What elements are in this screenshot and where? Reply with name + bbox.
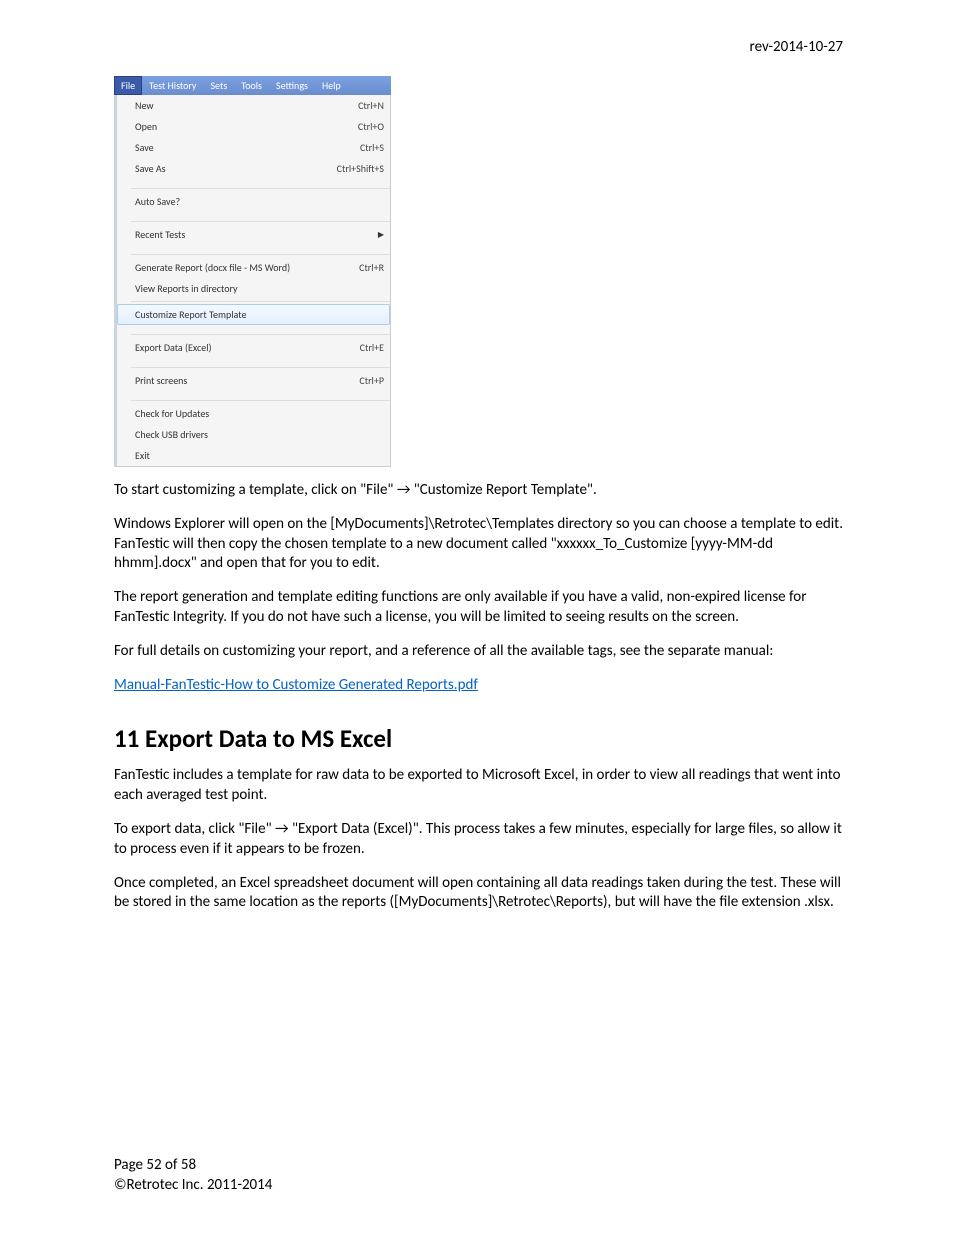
menu-item[interactable]: Check for Updates [117,403,390,424]
menu-item-label: Print screens [135,374,351,387]
menu-item-shortcut: Ctrl+O [350,120,384,133]
section-heading: 11 Export Data to MS Excel [114,723,843,754]
paragraph: FanTestic includes a template for raw da… [114,766,843,806]
menu-item-label: Generate Report (docx file - MS Word) [135,261,351,274]
copyright: ©Retrotec Inc. 2011-2014 [114,1176,272,1196]
menu-item-shortcut: Ctrl+E [352,341,384,354]
paragraph: Windows Explorer will open on the [MyDoc… [114,515,843,574]
manual-link[interactable]: Manual-FanTestic-How to Customize Genera… [114,676,478,694]
paragraph: To start customizing a template, click o… [114,481,843,501]
menu-item[interactable]: Customize Report Template [117,304,390,325]
menu-item-label: Save [135,141,352,154]
page-number: Page 52 of 58 [114,1156,272,1176]
menubar-item[interactable]: File [114,76,142,95]
menubar: FileTest HistorySetsToolsSettingsHelp [114,76,391,95]
paragraph: To export data, click "File" → "Export D… [114,820,843,860]
menu-item-label: New [135,99,350,112]
menu-item-label: Recent Tests [135,228,372,241]
menubar-item[interactable]: Test History [142,76,203,95]
paragraph: Once completed, an Excel spreadsheet doc… [114,874,843,914]
menu-item[interactable]: View Reports in directory [117,278,390,299]
file-dropdown: NewCtrl+NOpenCtrl+OSaveCtrl+SSave AsCtrl… [114,95,391,467]
menu-item[interactable]: Check USB drivers [117,424,390,445]
paragraph: For full details on customizing your rep… [114,642,843,662]
menu-item-shortcut: Ctrl+S [352,141,384,154]
menu-item[interactable]: Print screensCtrl+P [117,370,390,391]
menubar-item[interactable]: Sets [203,76,234,95]
menu-item[interactable]: Auto Save? [117,191,390,212]
menu-item[interactable]: SaveCtrl+S [117,137,390,158]
menu-item-label: Auto Save? [135,195,384,208]
menu-item[interactable]: Save AsCtrl+Shift+S [117,158,390,179]
chevron-right-icon: ▶ [372,230,384,240]
menu-item[interactable]: Export Data (Excel)Ctrl+E [117,337,390,358]
menu-item-label: Open [135,120,350,133]
menu-item-label: Check for Updates [135,407,384,420]
menu-item-label: Save As [135,162,329,175]
paragraph: The report generation and template editi… [114,588,843,628]
menu-item-shortcut: Ctrl+P [351,374,384,387]
menu-item-shortcut: Ctrl+R [351,261,384,274]
menu-item[interactable]: Recent Tests▶ [117,224,390,245]
menu-item[interactable]: OpenCtrl+O [117,116,390,137]
menubar-item[interactable]: Tools [234,76,269,95]
file-menu-screenshot: FileTest HistorySetsToolsSettingsHelp Ne… [114,76,391,467]
menu-item-shortcut: Ctrl+Shift+S [329,162,384,175]
menu-item[interactable]: Generate Report (docx file - MS Word)Ctr… [117,257,390,278]
menubar-item[interactable]: Settings [269,76,315,95]
menu-item-label: Check USB drivers [135,428,384,441]
menu-item[interactable]: NewCtrl+N [117,95,390,116]
menu-item-label: Exit [135,449,384,462]
revision-header: rev-2014-10-27 [114,38,843,56]
menubar-item[interactable]: Help [315,76,348,95]
menu-item-shortcut: Ctrl+N [350,99,384,112]
menu-item-label: Export Data (Excel) [135,341,352,354]
menu-item-label: View Reports in directory [135,282,384,295]
menu-item[interactable]: Exit [117,445,390,466]
page-footer: Page 52 of 58 ©Retrotec Inc. 2011-2014 [114,1156,272,1195]
menu-item-label: Customize Report Template [135,308,384,321]
